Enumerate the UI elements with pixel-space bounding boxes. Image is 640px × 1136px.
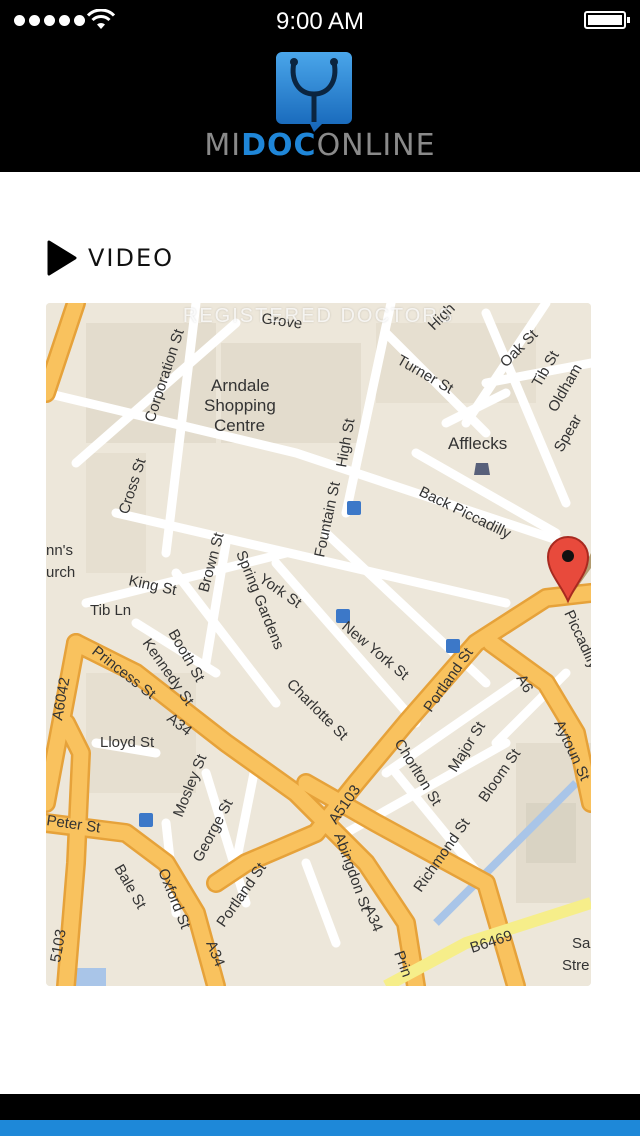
map-label: urch	[46, 564, 75, 581]
play-icon	[47, 240, 77, 276]
wordmark-mi: MI	[204, 128, 242, 163]
map-label: Tib Ln	[90, 602, 131, 619]
battery-icon	[584, 11, 630, 29]
map-view[interactable]: Arndale Shopping Centre Afflecks Grove C…	[46, 303, 591, 986]
map-label: Sa	[572, 935, 591, 952]
map-label: Lloyd St	[100, 734, 155, 751]
map-label: Afflecks	[448, 434, 507, 453]
map-label: nn's	[46, 542, 73, 559]
stethoscope-chat-logo-icon	[276, 52, 352, 132]
map-label: Centre	[214, 416, 265, 435]
status-time: 9:00 AM	[275, 8, 365, 35]
footer-accent-bar	[0, 1120, 640, 1136]
status-bar: 9:00 AM	[0, 0, 640, 40]
video-label: VIDEO	[88, 244, 175, 272]
wordmark-doc: DOC	[241, 128, 317, 163]
footer-bar	[0, 1094, 640, 1120]
video-link[interactable]: VIDEO	[46, 240, 174, 276]
map-label: Stre	[562, 957, 590, 974]
brand-wordmark: MIDOCONLINE	[0, 128, 640, 163]
shopping-icon	[474, 463, 490, 475]
map-label: Arndale	[211, 376, 270, 395]
map-label: Shopping	[204, 396, 276, 415]
map-canvas[interactable]: Arndale Shopping Centre Afflecks Grove C…	[46, 303, 591, 986]
app-header: MIDOCONLINE	[0, 40, 640, 172]
wordmark-online: ONLINE	[316, 128, 436, 163]
map-watermark: REGISTERED DOCTORS	[182, 305, 455, 327]
